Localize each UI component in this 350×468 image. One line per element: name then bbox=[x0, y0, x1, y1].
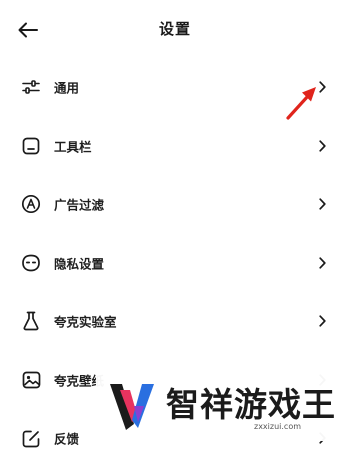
settings-item-label: 隐私设置 bbox=[54, 256, 105, 272]
settings-item-label: 反馈 bbox=[54, 431, 80, 447]
watermark-url: zxxizui.com bbox=[254, 422, 302, 431]
settings-item-toolbar[interactable]: 工具栏 bbox=[0, 117, 350, 176]
settings-item-lab[interactable]: 夸克实验室 bbox=[0, 292, 350, 351]
chevron-right-icon bbox=[316, 139, 328, 153]
settings-item-ad-filter[interactable]: 广告过滤 bbox=[0, 175, 350, 234]
watermark-name: 智祥游戏王 bbox=[166, 385, 336, 424]
privacy-mask-icon bbox=[20, 252, 42, 274]
app-header: 设置 bbox=[0, 0, 350, 58]
watermark-logo-icon bbox=[110, 384, 154, 430]
settings-item-label: 夸克实验室 bbox=[54, 314, 117, 330]
chevron-right-icon bbox=[316, 256, 328, 270]
watermark: 智祥游戏王 zxxizui.com bbox=[96, 370, 350, 441]
chevron-right-icon bbox=[316, 314, 328, 328]
settings-item-label: 工具栏 bbox=[54, 139, 92, 155]
page-title: 设置 bbox=[158, 20, 191, 38]
settings-item-label: 广告过滤 bbox=[54, 197, 105, 213]
sliders-icon bbox=[20, 76, 42, 98]
edit-icon bbox=[20, 427, 42, 449]
chevron-right-icon bbox=[316, 197, 328, 211]
settings-item-label: 通用 bbox=[54, 80, 80, 96]
ad-filter-icon bbox=[20, 193, 42, 215]
settings-item-privacy[interactable]: 隐私设置 bbox=[0, 234, 350, 293]
wallpaper-icon bbox=[20, 369, 42, 391]
toolbar-icon bbox=[20, 135, 42, 157]
annotation-arrow-icon bbox=[286, 87, 316, 120]
flask-icon bbox=[20, 310, 42, 332]
